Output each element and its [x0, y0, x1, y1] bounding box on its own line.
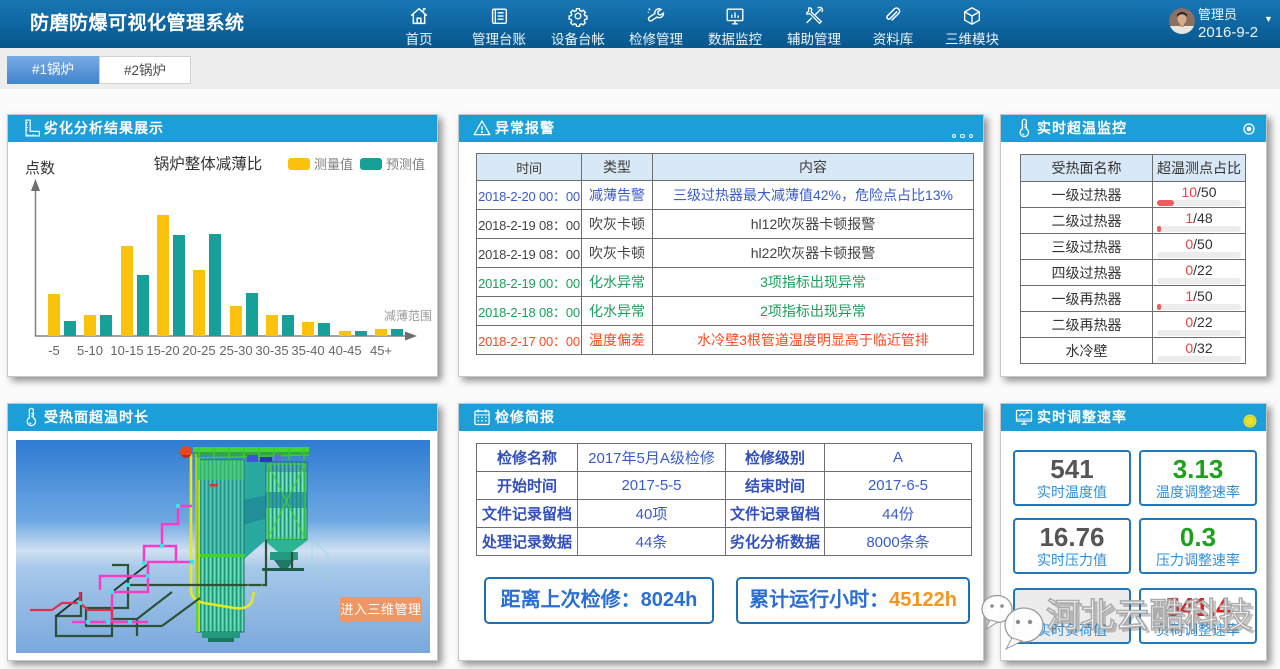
svg-text:-5: -5 — [48, 343, 60, 358]
svg-text:40-45: 40-45 — [328, 343, 361, 358]
svg-text:预测值: 预测值 — [386, 157, 425, 172]
svg-text:45+: 45+ — [370, 343, 392, 358]
svg-text:测量值: 测量值 — [314, 157, 353, 172]
svg-text:15-20: 15-20 — [146, 343, 179, 358]
svg-text:减薄范围: 减薄范围 — [384, 308, 432, 323]
svg-text:锅炉整体减薄比: 锅炉整体减薄比 — [154, 155, 263, 173]
svg-text:30-35: 30-35 — [255, 343, 288, 358]
svg-text:点数: 点数 — [25, 160, 55, 177]
svg-text:20-25: 20-25 — [182, 343, 215, 358]
svg-text:5-10: 5-10 — [77, 343, 103, 358]
svg-text:35-40: 35-40 — [291, 343, 324, 358]
svg-text:25-30: 25-30 — [219, 343, 252, 358]
svg-text:10-15: 10-15 — [110, 343, 143, 358]
